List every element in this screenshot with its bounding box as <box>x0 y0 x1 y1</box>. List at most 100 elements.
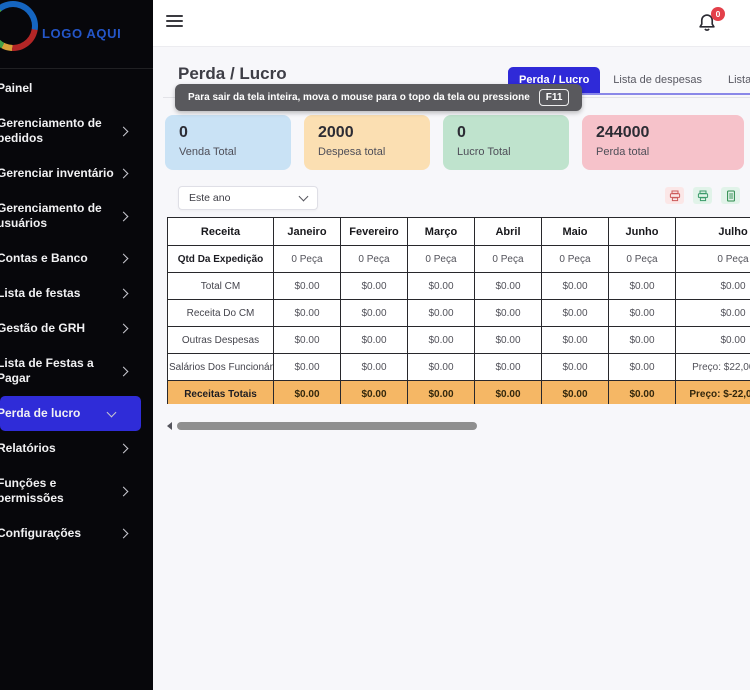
table-cell: $0.00 <box>609 273 676 300</box>
sidebar-item-label: Relatórios <box>0 441 56 456</box>
printer-export-icon <box>697 190 709 202</box>
table-cell: 0 Peça <box>475 246 542 273</box>
chevron-right-icon <box>119 126 129 136</box>
table-cell: 0 Peça <box>274 246 341 273</box>
table-cell: $0.00 <box>609 327 676 354</box>
print-export-button[interactable] <box>693 187 712 204</box>
table-cell: $0.00 <box>341 273 408 300</box>
column-header: Junho <box>609 218 676 246</box>
table-cell: 0 Peça <box>542 246 609 273</box>
table-cell: $0.00 <box>341 381 408 405</box>
notifications-button[interactable]: 0 <box>696 12 718 34</box>
sidebar-item-lista-de-festas[interactable]: Lista de festas <box>0 276 153 311</box>
topbar: 0 <box>153 0 750 47</box>
row-label: Receitas Totais <box>168 381 274 405</box>
f11-keycap: F11 <box>539 89 570 106</box>
table-cell: $0.00 <box>475 273 542 300</box>
chevron-down-icon <box>299 192 309 202</box>
scroll-left-arrow-icon[interactable] <box>167 422 172 430</box>
column-header: Março <box>408 218 475 246</box>
sidebar-item-gerenciar-inventario[interactable]: Gerenciar inventário <box>0 156 153 191</box>
stat-card-perda-total: 244000 Perda total <box>582 115 744 170</box>
column-header: Janeiro <box>274 218 341 246</box>
table-cell: 0 Peça <box>609 246 676 273</box>
sidebar-item-configuracoes[interactable]: Configurações <box>0 516 153 551</box>
chevron-right-icon <box>119 254 129 264</box>
scrollbar-thumb[interactable] <box>177 422 477 430</box>
stat-card-lucro-total: 0 Lucro Total <box>443 115 569 170</box>
row-label: Receita Do CM <box>168 300 274 327</box>
table-cell: $0.00 <box>676 273 750 300</box>
sidebar-item-label: Contas e Banco <box>0 251 88 266</box>
fullscreen-exit-tooltip: Para sair da tela inteira, mova o mouse … <box>175 84 582 111</box>
chevron-right-icon <box>119 324 129 334</box>
sidebar-item-label: Painel <box>0 81 32 96</box>
table-cell: $0.00 <box>475 381 542 405</box>
chevron-right-icon <box>119 529 129 539</box>
table-row: Outras Despesas$0.00$0.00$0.00$0.00$0.00… <box>168 327 750 354</box>
table-cell: $0.00 <box>609 300 676 327</box>
stat-label: Venda Total <box>179 146 277 158</box>
table-cell: $0.00 <box>408 273 475 300</box>
chevron-right-icon <box>119 486 129 496</box>
sidebar-item-label: Funções e permissões <box>0 476 120 506</box>
chevron-right-icon <box>119 366 129 376</box>
column-header: Abril <box>475 218 542 246</box>
table-cell: $0.00 <box>408 354 475 381</box>
sidebar-item-funcoes-e-permissoes[interactable]: Funções e permissões <box>0 466 153 516</box>
stat-value: 0 <box>457 124 555 142</box>
table-cell: $0.00 <box>609 354 676 381</box>
table-cell: $0.00 <box>274 300 341 327</box>
period-select[interactable]: Este ano <box>178 186 318 210</box>
column-header: Receita <box>168 218 274 246</box>
sidebar-item-label: Lista de Festas a Pagar <box>0 356 120 386</box>
chevron-down-icon <box>107 407 117 417</box>
sidebar-item-gerenciamento-de-usuarios[interactable]: Gerenciamento de usuários <box>0 191 153 241</box>
table-cell: Preço: $-22,000.00 <box>676 381 750 405</box>
main-content: Perda / Lucro Perda / Lucro Lista de des… <box>153 46 750 690</box>
sidebar-item-contas-e-banco[interactable]: Contas e Banco <box>0 241 153 276</box>
table-row: Receitas Totais$0.00$0.00$0.00$0.00$0.00… <box>168 381 750 405</box>
sidebar-item-label: Gerenciamento de pedidos <box>0 116 120 146</box>
sidebar-item-label: Gerenciar inventário <box>0 166 114 181</box>
column-header: Fevereiro <box>341 218 408 246</box>
table-cell: $0.00 <box>542 327 609 354</box>
table-cell: 0 Peça <box>676 246 750 273</box>
menu-icon[interactable] <box>166 15 183 30</box>
excel-export-button[interactable] <box>721 187 740 204</box>
tab-lista-de-despesas[interactable]: Lista de despesas <box>600 67 715 93</box>
stat-value: 0 <box>179 124 277 142</box>
tab-lista-de-rendimentos[interactable]: Lista de Rendimentos <box>715 67 750 93</box>
sidebar-item-gerenciamento-de-pedidos[interactable]: Gerenciamento de pedidos <box>0 106 153 156</box>
table-row: Total CM$0.00$0.00$0.00$0.00$0.00$0.00$0… <box>168 273 750 300</box>
notification-badge: 0 <box>711 7 725 21</box>
column-header: Julho <box>676 218 750 246</box>
table-cell: $0.00 <box>676 327 750 354</box>
pdf-export-icon <box>669 190 681 202</box>
row-label: Outras Despesas <box>168 327 274 354</box>
table-cell: $0.00 <box>274 327 341 354</box>
row-label: Total CM <box>168 273 274 300</box>
sidebar-item-perda-de-lucro[interactable]: Perda de lucro <box>0 396 141 431</box>
period-select-value: Este ano <box>189 192 230 204</box>
table-cell: 0 Peça <box>408 246 475 273</box>
table-cell: $0.00 <box>542 354 609 381</box>
tooltip-text: Para sair da tela inteira, mova o mouse … <box>188 92 530 103</box>
column-header: Maio <box>542 218 609 246</box>
horizontal-scrollbar <box>167 421 740 431</box>
table-header-row: ReceitaJaneiroFevereiroMarçoAbrilMaioJun… <box>168 218 750 246</box>
sidebar-item-relatorios[interactable]: Relatórios <box>0 431 153 466</box>
sidebar-item-label: Lista de festas <box>0 286 80 301</box>
table-cell: $0.00 <box>475 354 542 381</box>
sidebar-nav: Painel Gerenciamento de pedidos Gerencia… <box>0 71 153 551</box>
page-title: Perda / Lucro <box>178 64 287 84</box>
pdf-export-button[interactable] <box>665 187 684 204</box>
stat-cards: 0 Venda Total 2000 Despesa total 0 Lucro… <box>165 115 744 170</box>
sidebar-item-gestao-de-grh[interactable]: Gestão de GRH <box>0 311 153 346</box>
logo-area: LOGO AQUI <box>0 0 153 69</box>
chevron-right-icon <box>119 289 129 299</box>
sidebar-item-lista-de-festas-a-pagar[interactable]: Lista de Festas a Pagar <box>0 346 153 396</box>
table-cell: $0.00 <box>542 300 609 327</box>
sidebar-item-painel[interactable]: Painel <box>0 71 153 106</box>
sidebar-item-label: Gestão de GRH <box>0 321 85 336</box>
